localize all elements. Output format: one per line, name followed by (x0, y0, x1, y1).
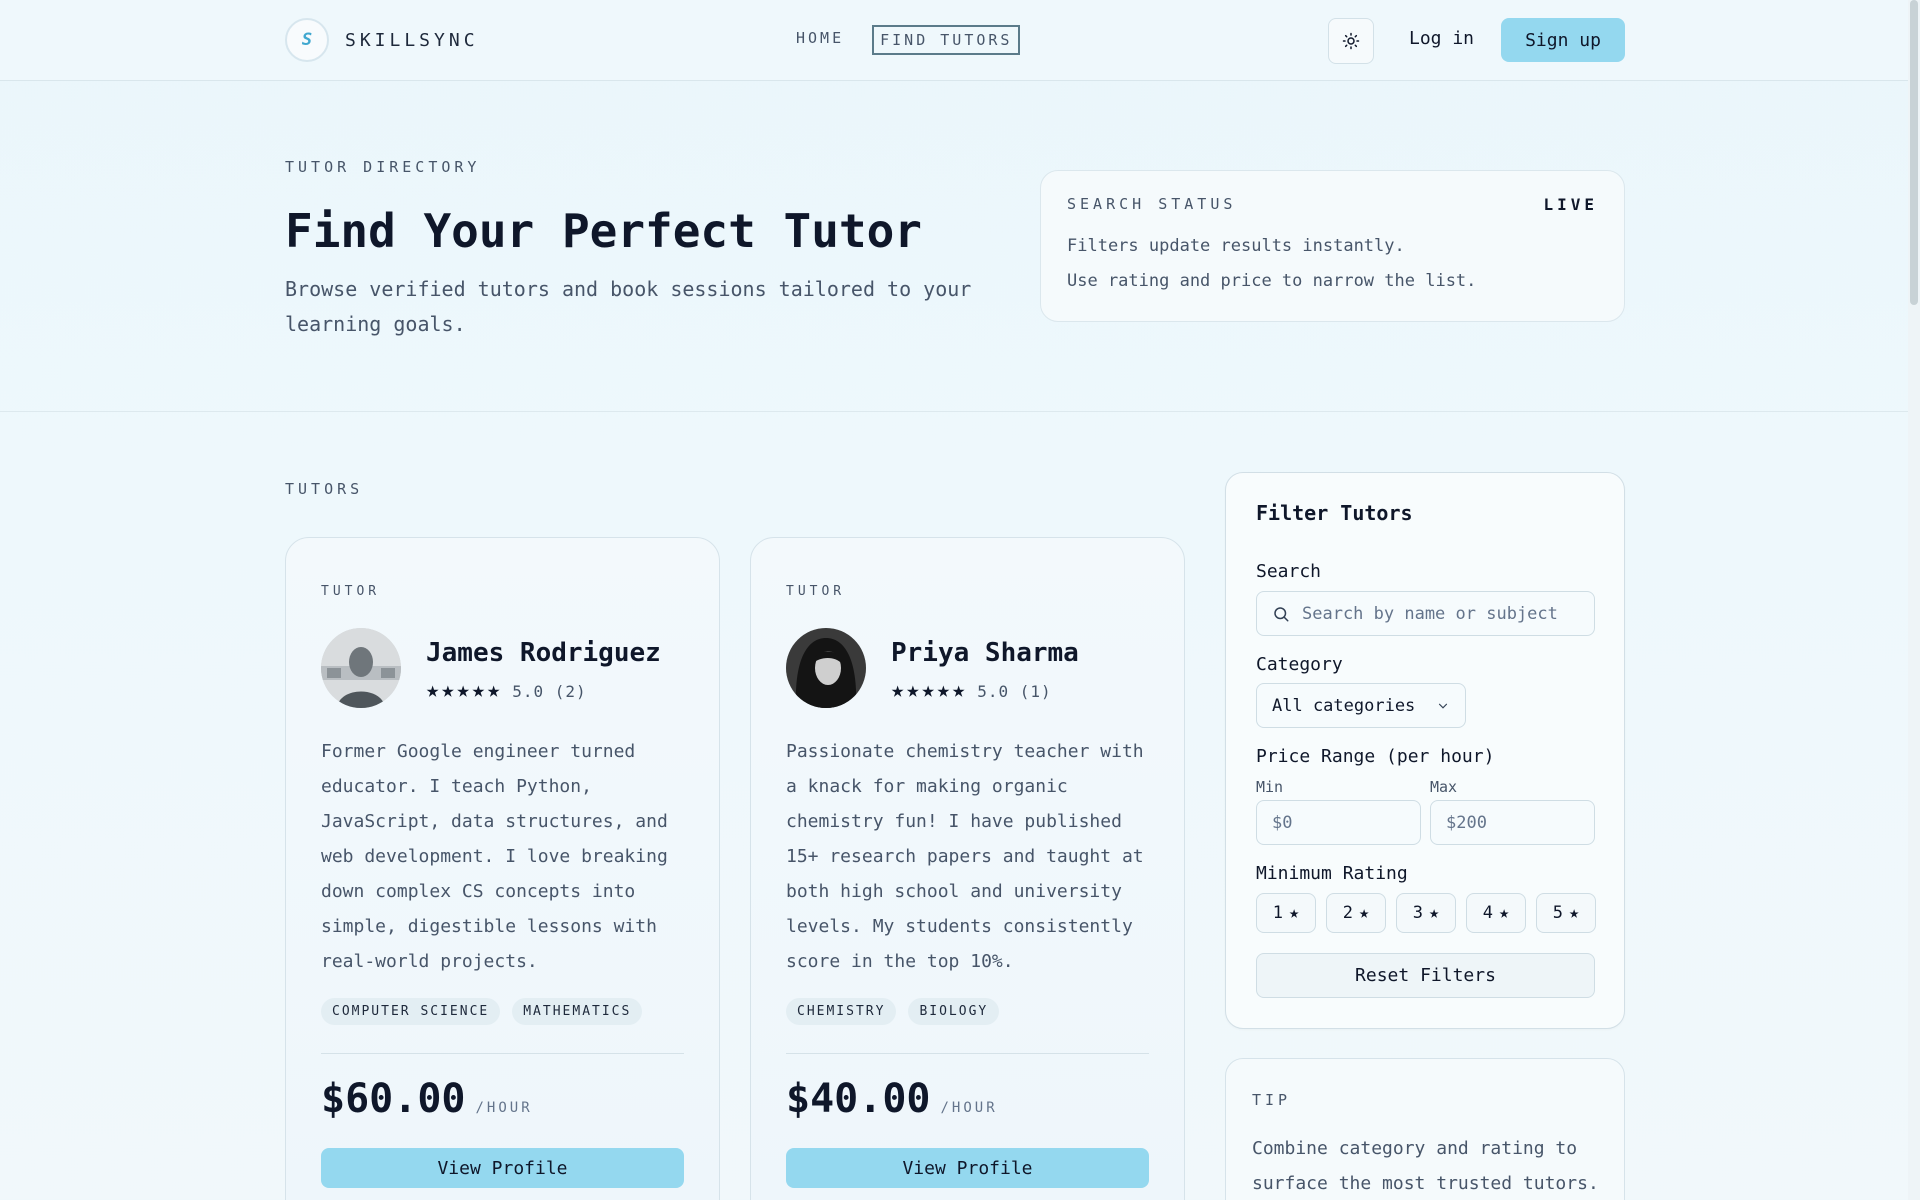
star-icon: ★ (906, 678, 920, 703)
star-icon: ★ (441, 678, 455, 703)
search-placeholder: Search by name or subject (1302, 603, 1558, 624)
filter-panel: Filter Tutors Search Search by name or s… (1225, 472, 1625, 1029)
rating-option-3[interactable]: 3 ★ (1396, 893, 1456, 933)
page-scrollbar[interactable] (1908, 0, 1920, 1200)
price-value: $40.00 (786, 1076, 931, 1122)
rating-option-4[interactable]: 4 ★ (1466, 893, 1526, 933)
rating-option-value: 2 (1342, 903, 1353, 923)
status-label: SEARCH STATUS (1067, 195, 1237, 213)
star-icon: ★ (1499, 903, 1510, 923)
tip-text: Combine category and rating to surface t… (1252, 1138, 1599, 1194)
rating-options: 1 ★ 2 ★ 3 ★ 4 ★ 5 ★ (1256, 893, 1596, 933)
tag-list: COMPUTER SCIENCE MATHEMATICS (321, 998, 643, 1025)
subject-tag: COMPUTER SCIENCE (321, 998, 501, 1025)
nav-link-home[interactable]: HOME (790, 25, 850, 55)
brand-logo[interactable]: S SKILLSYNC (285, 18, 479, 62)
view-profile-button[interactable]: View Profile (786, 1148, 1149, 1188)
category-select[interactable]: All categories (1256, 683, 1466, 728)
min-price-label: Min (1256, 778, 1284, 796)
nav-links: HOME FIND TUTORS (790, 25, 1021, 55)
tutor-rating: ★ ★ ★ ★ ★ 5.0 (2) (426, 680, 587, 702)
avatar (321, 628, 401, 708)
tutor-price: $40.00 /HOUR (786, 1076, 998, 1122)
search-status-card: SEARCH STATUS LIVE Filters update result… (1040, 170, 1625, 322)
minimum-rating-label: Minimum Rating (1256, 863, 1408, 884)
rating-option-value: 1 (1272, 903, 1283, 923)
chevron-down-icon (1438, 703, 1448, 709)
price-unit: /HOUR (940, 1100, 998, 1116)
subject-tag: MATHEMATICS (512, 998, 643, 1025)
tutor-price: $60.00 /HOUR (321, 1076, 533, 1122)
star-icon: ★ (891, 678, 905, 703)
tutor-rating: ★ ★ ★ ★ ★ 5.0 (1) (891, 680, 1052, 702)
star-icon: ★ (426, 678, 440, 703)
search-input[interactable]: Search by name or subject (1256, 591, 1595, 636)
search-label: Search (1256, 561, 1322, 582)
page-subtitle: Browse verified tutors and book sessions… (285, 277, 972, 336)
rating-option-value: 4 (1482, 903, 1493, 923)
tutor-card: TUTOR James Rodriguez ★ ★ ★ ★ ★ 5.0 (2) … (285, 537, 720, 1200)
logo-mark: S (285, 18, 329, 62)
star-icon: ★ (456, 678, 470, 703)
nav-link-find-tutors[interactable]: FIND TUTORS (872, 25, 1021, 55)
star-icon: ★ (487, 678, 501, 703)
star-icon: ★ (921, 678, 935, 703)
brand-name: SKILLSYNC (345, 29, 479, 51)
rating-option-value: 3 (1412, 903, 1423, 923)
rating-option-5[interactable]: 5 ★ (1536, 893, 1596, 933)
login-link[interactable]: Log in (1409, 28, 1474, 49)
min-price-input[interactable]: $0 (1256, 800, 1421, 845)
star-icon: ★ (1429, 903, 1440, 923)
status-line: Use rating and price to narrow the list. (1067, 271, 1477, 291)
tip-card: TIP Combine category and rating to surfa… (1225, 1058, 1625, 1200)
search-icon (1274, 606, 1289, 621)
price-unit: /HOUR (475, 1100, 533, 1116)
sun-icon (1342, 32, 1360, 50)
category-label: Category (1256, 654, 1343, 675)
tutor-bio: Passionate chemistry teacher with a knac… (786, 741, 1144, 972)
tag-list: CHEMISTRY BIOLOGY (786, 998, 1000, 1025)
star-icon: ★ (1359, 903, 1370, 923)
tutor-name: James Rodriguez (426, 638, 661, 668)
theme-toggle-button[interactable] (1328, 18, 1374, 64)
rating-option-1[interactable]: 1 ★ (1256, 893, 1316, 933)
scrollbar-thumb[interactable] (1910, 0, 1918, 305)
subject-tag: CHEMISTRY (786, 998, 897, 1025)
star-icon: ★ (952, 678, 966, 703)
view-profile-button[interactable]: View Profile (321, 1148, 684, 1188)
status-badge: LIVE (1543, 195, 1598, 214)
hero-section: TUTOR DIRECTORY Find Your Perfect Tutor … (0, 82, 1908, 412)
status-line: Filters update results instantly. (1067, 236, 1405, 256)
rating-text: 5.0 (1) (977, 681, 1052, 701)
rating-text: 5.0 (2) (512, 681, 587, 701)
star-icon: ★ (936, 678, 950, 703)
page-title: Find Your Perfect Tutor (285, 204, 922, 258)
card-eyebrow: TUTOR (786, 584, 846, 599)
tip-label: TIP (1252, 1091, 1292, 1109)
star-icon: ★ (471, 678, 485, 703)
tutor-bio: Former Google engineer turned educator. … (321, 741, 668, 972)
category-value: All categories (1272, 695, 1416, 716)
divider (786, 1053, 1149, 1054)
max-price-label: Max (1430, 778, 1458, 796)
avatar (786, 628, 866, 708)
reset-filters-button[interactable]: Reset Filters (1256, 953, 1595, 998)
subject-tag: BIOLOGY (908, 998, 1000, 1025)
hero-eyebrow: TUTOR DIRECTORY (285, 158, 481, 176)
top-nav: S SKILLSYNC HOME FIND TUTORS Log in Sign… (0, 0, 1908, 81)
filter-title: Filter Tutors (1256, 501, 1413, 525)
rating-option-2[interactable]: 2 ★ (1326, 893, 1386, 933)
signup-button[interactable]: Sign up (1501, 18, 1625, 62)
max-price-input[interactable]: $200 (1430, 800, 1595, 845)
tutor-card: TUTOR Priya Sharma ★ ★ ★ ★ ★ 5.0 (1) Pas… (750, 537, 1185, 1200)
tutors-section-label: TUTORS (285, 480, 364, 498)
card-eyebrow: TUTOR (321, 584, 381, 599)
star-icon: ★ (1289, 903, 1300, 923)
price-range-label: Price Range (per hour) (1256, 746, 1495, 767)
tutor-name: Priya Sharma (891, 638, 1079, 668)
price-value: $60.00 (321, 1076, 466, 1122)
divider (321, 1053, 684, 1054)
star-icon: ★ (1569, 903, 1580, 923)
rating-option-value: 5 (1552, 903, 1563, 923)
